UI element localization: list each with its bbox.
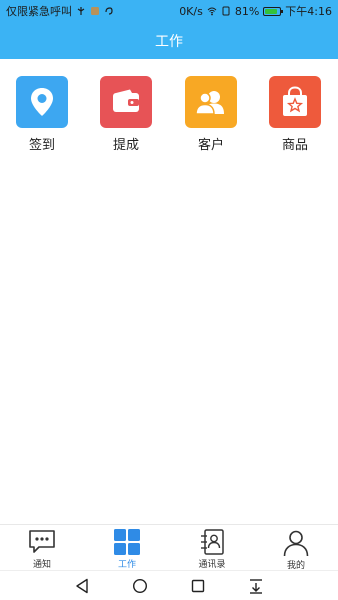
recents-button[interactable] [188, 577, 208, 595]
feature-checkin[interactable]: 签到 [7, 76, 77, 156]
tab-contacts[interactable]: 通讯录 [182, 529, 242, 570]
tab-label: 工作 [117, 560, 136, 570]
tab-label: 通知 [32, 560, 51, 570]
network-speed: 0K/s [179, 4, 203, 18]
app-notification-icon [91, 7, 99, 15]
home-button[interactable] [130, 577, 150, 595]
shopping-bag-icon [269, 76, 321, 128]
bottom-tab-bar: 通知 工作 通讯录 我的 [0, 524, 338, 571]
feature-label: 客户 [197, 138, 224, 153]
tab-label: 通讯录 [198, 560, 226, 570]
grid-icon [112, 529, 142, 555]
wifi-icon [207, 7, 217, 16]
status-bar: 仅限紧急呼叫 0K/s 81% 下午4:16 [0, 0, 338, 22]
feature-customers[interactable]: 客户 [176, 76, 246, 156]
notification-shade-button[interactable] [246, 577, 266, 595]
sim-icon [222, 6, 230, 16]
wechat-pay-icon [105, 7, 113, 15]
contacts-book-icon [197, 529, 227, 555]
users-icon [185, 76, 237, 128]
signal-icon [77, 7, 85, 15]
home-icon [132, 578, 148, 594]
screen: 仅限紧急呼叫 0K/s 81% 下午4:16 工作 签到 提成 客户 商品 通知… [0, 0, 338, 600]
status-right: 0K/s 81% 下午4:16 [179, 3, 332, 19]
feature-label: 提成 [112, 138, 139, 153]
chat-bubble-icon [27, 529, 57, 555]
person-icon [281, 529, 311, 556]
location-pin-icon [16, 76, 68, 128]
system-nav-bar [0, 570, 338, 600]
clock: 下午4:16 [285, 5, 332, 18]
page-title: 工作 [155, 33, 183, 50]
tab-work[interactable]: 工作 [97, 529, 157, 570]
carrier-text: 仅限紧急呼叫 [6, 5, 72, 18]
feature-label: 商品 [281, 138, 308, 153]
feature-commission[interactable]: 提成 [91, 76, 161, 156]
back-icon [76, 578, 88, 594]
notification-shade-icon [250, 579, 262, 594]
feature-label: 签到 [28, 138, 55, 153]
title-bar: 工作 [0, 22, 338, 59]
feature-grid: 签到 提成 客户 商品 [0, 76, 338, 156]
back-button[interactable] [72, 577, 92, 595]
recents-icon [191, 579, 205, 593]
tab-notifications[interactable]: 通知 [12, 529, 72, 570]
tab-profile[interactable]: 我的 [266, 529, 326, 571]
battery-percent: 81% [234, 4, 260, 18]
top-bar: 仅限紧急呼叫 0K/s 81% 下午4:16 工作 [0, 0, 338, 59]
feature-products[interactable]: 商品 [260, 76, 330, 156]
wallet-icon [100, 76, 152, 128]
battery-icon [263, 6, 284, 16]
status-left: 仅限紧急呼叫 [6, 3, 114, 19]
